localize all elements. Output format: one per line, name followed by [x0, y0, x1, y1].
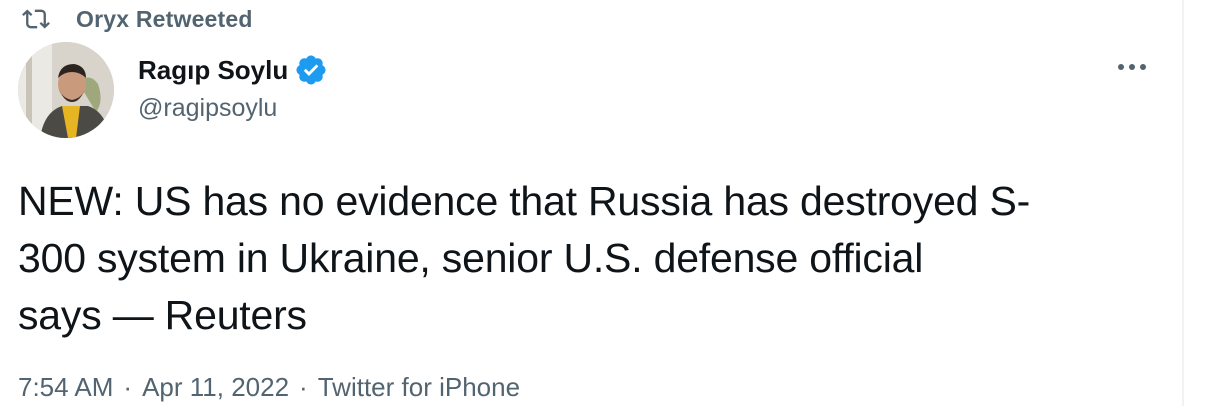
verified-badge-icon[interactable]: [294, 53, 328, 87]
tweet-text-line: 300 system in Ukraine, senior U.S. defen…: [18, 235, 924, 281]
avatar[interactable]: [18, 42, 114, 138]
tweet-container: Oryx Retweeted Ragıp Soylu @ragipsoylu N…: [0, 0, 1224, 406]
retweet-icon: [22, 5, 50, 33]
author-name[interactable]: Ragıp Soylu: [138, 55, 288, 86]
tweet-date[interactable]: Apr 11, 2022: [142, 372, 289, 403]
tweet-text-line: says — Reuters: [18, 292, 307, 338]
retweet-context[interactable]: Oryx Retweeted: [22, 4, 253, 34]
tweet-text-line: NEW: US has no evidence that Russia has …: [18, 178, 1031, 224]
retweet-label: Oryx Retweeted: [76, 5, 253, 32]
tweet-source[interactable]: Twitter for iPhone: [318, 372, 520, 403]
tweet-time[interactable]: 7:54 AM: [18, 372, 113, 403]
more-options-icon[interactable]: [1112, 52, 1152, 82]
tweet-text: NEW: US has no evidence that Russia has …: [18, 173, 1168, 344]
divider: [1182, 0, 1184, 406]
meta-separator: ·: [299, 372, 308, 402]
meta-separator: ·: [123, 372, 133, 402]
tweet-meta: 7:54 AM · Apr 11, 2022 · Twitter for iPh…: [18, 372, 520, 403]
author-handle[interactable]: @ragipsoylu: [138, 94, 277, 123]
author-row[interactable]: Ragıp Soylu: [138, 50, 328, 90]
